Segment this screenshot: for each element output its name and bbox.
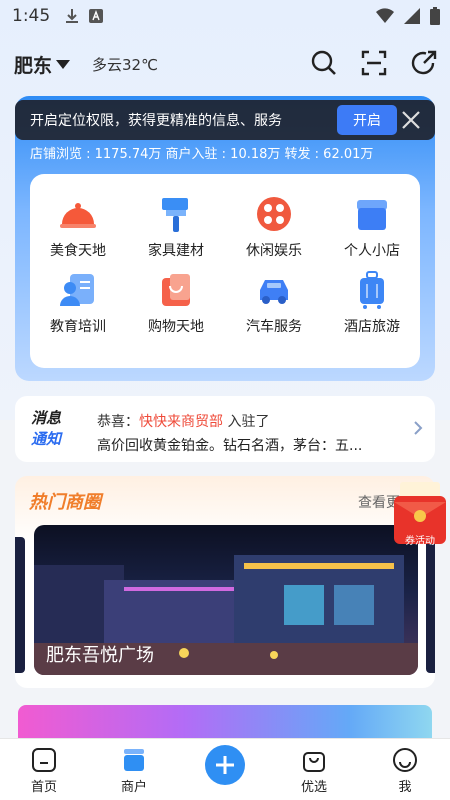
chevron-right-icon xyxy=(414,421,423,435)
city-name: 肥东 xyxy=(14,54,53,77)
category-label: 购物天地 xyxy=(148,319,204,335)
category-grid: 美食天地 家具建材 休闲娱乐 个人小店 教育培训 购物天地 汽车服务 酒店旅游 xyxy=(30,174,420,368)
tab-label: 优选 xyxy=(300,780,327,795)
shop-icon xyxy=(357,200,387,230)
notice-brand-line1: 消息 xyxy=(31,409,62,427)
notice-suffix: 入驻了 xyxy=(223,414,270,430)
food-cloche-icon xyxy=(60,203,96,228)
education-icon xyxy=(60,274,94,306)
plus-icon xyxy=(216,756,234,774)
category-car-service[interactable]: 汽车服务 xyxy=(234,270,314,336)
promo-banner[interactable] xyxy=(18,705,432,739)
category-label: 汽车服务 xyxy=(246,319,302,335)
district-photo-card[interactable]: 肥东吾悦广场 xyxy=(34,525,418,675)
category-leisure[interactable]: 休闲娱乐 xyxy=(234,194,314,260)
coupon-label: 券活动 xyxy=(405,536,435,547)
enable-location-button[interactable]: 开启 xyxy=(337,105,397,135)
app-notification-icon xyxy=(88,8,104,24)
weather-text: 多云32℃ xyxy=(92,55,158,74)
shopping-bag-icon xyxy=(162,274,190,306)
tab-label: 商户 xyxy=(120,780,147,795)
category-personal-shop[interactable]: 个人小店 xyxy=(332,194,412,260)
district-photo-caption: 肥东吾悦广场 xyxy=(46,645,154,666)
coupon-activity-button[interactable]: 券活动 xyxy=(392,482,448,548)
publish-button[interactable] xyxy=(205,745,245,785)
tab-me[interactable]: 我 xyxy=(375,747,435,795)
car-icon xyxy=(260,280,288,304)
category-shopping[interactable]: 购物天地 xyxy=(136,270,216,336)
search-icon[interactable] xyxy=(310,49,338,77)
notice-bar[interactable]: 消息 通知 恭喜：快快来商贸部 入驻了 高价回收黄金铂金。钻石名酒，茅台：五..… xyxy=(15,396,435,462)
tab-featured[interactable]: 优选 xyxy=(284,747,344,795)
stats-text: 店铺浏览 : 1175.74万 商户入驻 : 10.18万 转发 : 62.01… xyxy=(30,147,374,162)
caret-down-icon xyxy=(56,59,71,69)
notice-brand-line2: 通知 xyxy=(31,430,62,448)
paint-roller-icon xyxy=(162,198,188,232)
merchant-shop-icon xyxy=(124,749,144,771)
film-reel-icon xyxy=(257,197,291,231)
category-education[interactable]: 教育培训 xyxy=(38,270,118,336)
category-label: 酒店旅游 xyxy=(344,319,400,335)
category-label: 休闲娱乐 xyxy=(246,243,302,259)
category-furniture[interactable]: 家具建材 xyxy=(136,194,216,260)
category-hotel-travel[interactable]: 酒店旅游 xyxy=(332,270,412,336)
download-icon xyxy=(64,8,80,24)
category-label: 家具建材 xyxy=(148,243,204,259)
carousel-prev-peek[interactable] xyxy=(15,537,25,673)
carousel-next-peek[interactable] xyxy=(426,537,435,673)
close-icon[interactable] xyxy=(401,110,421,130)
bag-icon xyxy=(303,752,325,772)
category-label: 个人小店 xyxy=(344,243,400,259)
notice-line2: 高价回收黄金铂金。钻石名酒，茅台：五... xyxy=(97,438,363,454)
home-icon xyxy=(32,748,56,772)
category-label: 教育培训 xyxy=(50,319,106,335)
notice-brand: 消息 通知 xyxy=(31,408,61,450)
tab-label: 首页 xyxy=(30,780,57,795)
status-time: 1:45 xyxy=(12,6,51,26)
signal-icon xyxy=(404,8,420,29)
notice-shop-name: 快快来商贸部 xyxy=(139,414,223,430)
city-selector[interactable]: 肥东 xyxy=(14,51,71,78)
wifi-icon xyxy=(376,8,394,29)
smiley-icon xyxy=(393,748,417,772)
tab-home[interactable]: 首页 xyxy=(14,747,74,795)
battery-icon xyxy=(430,7,440,30)
location-tip-text: 开启定位权限，获得更精准的信息、服务 xyxy=(30,113,282,129)
hot-districts-title: 热门商圈 xyxy=(29,492,101,513)
notice-prefix: 恭喜： xyxy=(97,414,139,430)
notice-line1: 恭喜：快快来商贸部 入驻了 xyxy=(97,411,269,431)
location-permission-tip: 开启定位权限，获得更精准的信息、服务 开启 xyxy=(15,100,435,140)
tab-merchant[interactable]: 商户 xyxy=(104,747,164,795)
luggage-icon xyxy=(360,271,384,309)
category-label: 美食天地 xyxy=(50,243,106,259)
status-bar: 1:45 xyxy=(0,0,450,32)
category-food[interactable]: 美食天地 xyxy=(38,194,118,260)
scan-icon[interactable] xyxy=(360,49,388,77)
tab-label: 我 xyxy=(398,780,412,795)
share-icon[interactable] xyxy=(410,49,438,77)
app-header: 肥东 多云32℃ xyxy=(0,40,450,88)
